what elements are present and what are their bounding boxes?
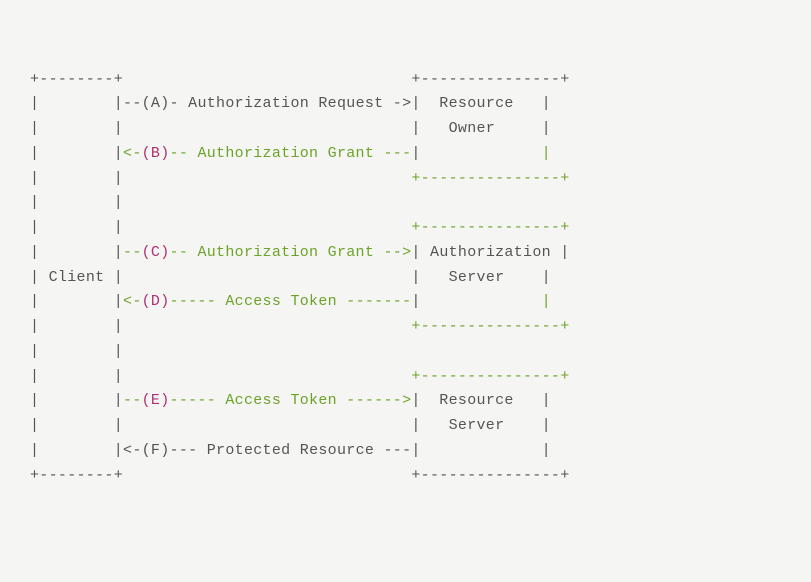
step-f-msg: Protected Resource xyxy=(207,442,374,459)
step-e-label: (E) xyxy=(142,392,170,409)
resource-server-box-bottom: +---------------+ xyxy=(411,467,569,484)
auth-server-line1: Authorization xyxy=(430,244,551,261)
auth-server-line2: Server xyxy=(421,269,542,286)
resource-owner-box-top: +---------------+ xyxy=(411,71,569,88)
step-c-label: (C) xyxy=(142,244,170,261)
resource-server-line1: Resource xyxy=(421,392,542,409)
client-box-top: +--------+ xyxy=(30,71,123,88)
client-label: Client xyxy=(49,269,105,286)
client-box-bottom: +--------+ xyxy=(30,467,123,484)
step-b-label: (B) xyxy=(142,145,170,162)
resource-owner-line1: Resource xyxy=(421,95,542,112)
auth-server-box-bottom: +---------------+ xyxy=(411,318,569,335)
step-c-msg: Authorization Grant xyxy=(197,244,374,261)
step-d-msg: Access Token xyxy=(225,293,337,310)
resource-server-line2: Server xyxy=(421,417,542,434)
step-b-msg: Authorization Grant xyxy=(197,145,374,162)
resource-owner-line2: Owner xyxy=(421,120,542,137)
auth-server-box-top: +---------------+ xyxy=(411,219,569,236)
ascii-diagram: +--------+ +---------------+ | |--(A)- A… xyxy=(30,71,570,484)
step-a-label: (A) xyxy=(142,95,170,112)
step-f-label: (F) xyxy=(142,442,170,459)
step-a-msg: Authorization Request xyxy=(188,95,383,112)
resource-owner-box-bottom: +---------------+ xyxy=(411,170,569,187)
resource-server-box-top: +---------------+ xyxy=(411,368,569,385)
step-e-msg: Access Token xyxy=(225,392,337,409)
step-d-label: (D) xyxy=(142,293,170,310)
